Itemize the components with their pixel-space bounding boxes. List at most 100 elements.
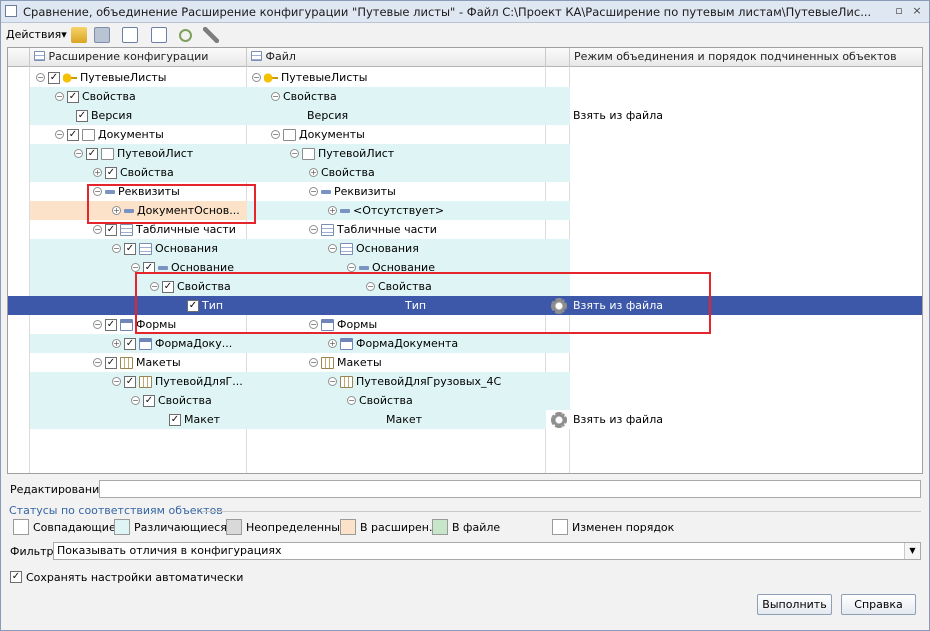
collapse-icon[interactable]: − xyxy=(93,187,102,196)
help-button[interactable]: Справка xyxy=(841,594,916,615)
tree-row[interactable]: − ✓ Свойства − Свойства xyxy=(8,391,922,410)
collapse-icon[interactable]: − xyxy=(150,282,159,291)
row-checkbox[interactable]: ✓ xyxy=(169,413,181,426)
header-file-column[interactable]: Файл xyxy=(247,48,546,67)
expand-icon[interactable]: + xyxy=(309,168,318,177)
gear-icon[interactable] xyxy=(551,412,567,428)
tree-row[interactable]: − ✓ Документы − Документы xyxy=(8,125,922,144)
row-checkbox[interactable]: ✓ xyxy=(143,394,155,407)
legend-undefined: Неопределенные xyxy=(226,518,347,536)
file-object-name: Свойства xyxy=(378,280,432,293)
open-folder-icon[interactable] xyxy=(71,27,87,43)
collapse-icon[interactable]: − xyxy=(271,130,280,139)
tree-row[interactable]: − ✓ Свойства − Свойства xyxy=(8,277,922,296)
collapse-icon[interactable]: − xyxy=(93,225,102,234)
extension-object-name: Основание xyxy=(171,261,234,274)
autosave-option[interactable]: ✓ Сохранять настройки автоматически xyxy=(10,569,243,585)
file-object-name: Свойства xyxy=(321,166,375,179)
tree-row[interactable]: − ✓ Формы − Формы xyxy=(8,315,922,334)
collapse-icon[interactable]: − xyxy=(309,187,318,196)
collapse-icon[interactable]: − xyxy=(290,149,299,158)
tree-row[interactable]: − ✓ Основание − Основание xyxy=(8,258,922,277)
row-checkbox[interactable]: ✓ xyxy=(162,280,174,293)
collapse-icon[interactable]: − xyxy=(112,377,121,386)
header-extension-column[interactable]: Расширение конфигурации xyxy=(30,48,247,67)
expand-icon[interactable]: + xyxy=(328,206,337,215)
actions-menu[interactable]: Действия▾ xyxy=(6,27,67,43)
close-icon[interactable]: × xyxy=(909,4,925,19)
autosave-label: Сохранять настройки автоматически xyxy=(26,570,244,584)
collapse-icon[interactable]: − xyxy=(131,263,140,272)
filter-select[interactable]: Показывать отличия в конфигурациях ▼ xyxy=(53,542,921,560)
tree-row[interactable]: − Реквизиты − Реквизиты xyxy=(8,182,922,201)
collapse-icon[interactable]: − xyxy=(93,320,102,329)
collapse-icon[interactable]: − xyxy=(309,358,318,367)
collapse-icon[interactable]: − xyxy=(328,244,337,253)
expand-icon[interactable]: + xyxy=(328,339,337,348)
tree-row[interactable]: ✓ Версия Версия Взять из файла xyxy=(8,106,922,125)
row-checkbox[interactable]: ✓ xyxy=(124,375,136,388)
row-checkbox[interactable]: ✓ xyxy=(124,337,136,350)
settings-wrench-icon[interactable] xyxy=(203,27,219,43)
collapse-icon[interactable]: − xyxy=(271,92,280,101)
collapse-icon[interactable]: − xyxy=(55,92,64,101)
merge-mode-cell[interactable]: Взять из файла xyxy=(570,106,922,125)
collapse-icon[interactable]: − xyxy=(93,358,102,367)
tree-row[interactable]: + ✓ ФормаДоку... + ФормаДокумента xyxy=(8,334,922,353)
comparison-tree-grid[interactable]: Расширение конфигурации Файл Режим объед… xyxy=(7,47,923,474)
tree-row[interactable]: − ✓ ПутевойЛист − ПутевойЛист xyxy=(8,144,922,163)
compare-objects-icon[interactable] xyxy=(122,27,138,43)
collapse-icon[interactable]: − xyxy=(55,130,64,139)
tree-row[interactable]: − ✓ ПутевойДляГ... − ПутевойДляГрузовых_4С xyxy=(8,372,922,391)
dropdown-arrow-icon[interactable]: ▼ xyxy=(904,543,920,559)
collapse-icon[interactable]: − xyxy=(36,73,45,82)
autosave-checkbox[interactable]: ✓ xyxy=(10,571,22,583)
collapse-icon[interactable]: − xyxy=(347,263,356,272)
collapse-icon[interactable]: − xyxy=(328,377,337,386)
restore-icon[interactable]: ▫ xyxy=(891,4,907,19)
row-checkbox[interactable]: ✓ xyxy=(105,318,117,331)
row-checkbox[interactable]: ✓ xyxy=(187,299,199,312)
collapse-icon[interactable]: − xyxy=(112,244,121,253)
row-checkbox[interactable]: ✓ xyxy=(76,109,88,122)
run-button[interactable]: Выполнить xyxy=(757,594,832,615)
filter-value: Показывать отличия в конфигурациях xyxy=(57,544,282,557)
expand-icon[interactable]: + xyxy=(112,206,121,215)
editing-field[interactable] xyxy=(99,480,921,498)
row-checkbox[interactable]: ✓ xyxy=(67,128,79,141)
tree-row[interactable]: − ✓ ПутевыеЛисты − ПутевыеЛисты xyxy=(8,68,922,87)
gear-icon[interactable] xyxy=(551,298,567,314)
row-checkbox[interactable]: ✓ xyxy=(105,166,117,179)
tree-row[interactable]: − ✓ Свойства − Свойства xyxy=(8,87,922,106)
collapse-icon[interactable]: − xyxy=(252,73,261,82)
tree-row[interactable]: − ✓ Основания − Основания xyxy=(8,239,922,258)
extension-object-name: ДокументОснов... xyxy=(137,204,240,217)
expand-icon[interactable]: + xyxy=(93,168,102,177)
refresh-icon[interactable] xyxy=(179,29,192,42)
row-checkbox[interactable]: ✓ xyxy=(67,90,79,103)
tree-row[interactable]: − ✓ Макеты − Макеты xyxy=(8,353,922,372)
collapse-icon[interactable]: − xyxy=(74,149,83,158)
collapse-icon[interactable]: − xyxy=(309,320,318,329)
tree-row-selected[interactable]: ✓ Тип Тип Взять из файла xyxy=(8,296,922,315)
collapse-icon[interactable]: − xyxy=(366,282,375,291)
row-checkbox[interactable]: ✓ xyxy=(124,242,136,255)
collapse-icon[interactable]: − xyxy=(347,396,356,405)
row-checkbox[interactable]: ✓ xyxy=(105,223,117,236)
report-icon[interactable] xyxy=(151,27,167,43)
collapse-icon[interactable]: − xyxy=(309,225,318,234)
row-checkbox[interactable]: ✓ xyxy=(48,71,60,84)
tree-row[interactable]: ✓ Макет Макет Взять из файла xyxy=(8,410,922,429)
header-merge-mode-column[interactable]: Режим объединения и порядок подчиненных … xyxy=(570,48,922,67)
save-icon[interactable] xyxy=(94,27,110,43)
expand-icon[interactable]: + xyxy=(112,339,121,348)
collapse-icon[interactable]: − xyxy=(131,396,140,405)
tree-row[interactable]: − ✓ Табличные части − Табличные части xyxy=(8,220,922,239)
row-checkbox[interactable]: ✓ xyxy=(105,356,117,369)
merge-mode-cell[interactable]: Взять из файла xyxy=(570,410,922,429)
merge-mode-cell[interactable]: Взять из файла xyxy=(570,296,922,315)
row-checkbox[interactable]: ✓ xyxy=(143,261,155,274)
tree-row[interactable]: + ✓ Свойства + Свойства xyxy=(8,163,922,182)
tree-row[interactable]: + ДокументОснов... + <Отсутствует> xyxy=(8,201,922,220)
row-checkbox[interactable]: ✓ xyxy=(86,147,98,160)
